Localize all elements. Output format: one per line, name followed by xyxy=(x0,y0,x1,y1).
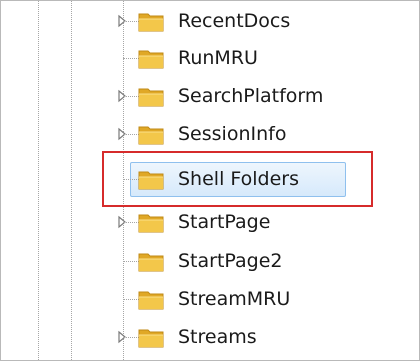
tree-item-label: RunMRU xyxy=(178,47,258,69)
folder-icon xyxy=(137,250,167,274)
tree-item-label: StreamMRU xyxy=(178,288,291,310)
folder-icon xyxy=(137,326,167,350)
registry-tree-panel: RecentDocs RunMRU SearchPlatform Session… xyxy=(0,0,420,361)
folder-icon xyxy=(137,10,167,34)
tree-item-recentdocs[interactable]: RecentDocs xyxy=(1,2,401,40)
tree-item-label: StartPage xyxy=(178,211,271,233)
folder-icon xyxy=(137,123,167,147)
tree-item-streammru[interactable]: StreamMRU xyxy=(1,280,401,318)
tree-item-label: RecentDocs xyxy=(178,10,291,32)
tree-item-startpage[interactable]: StartPage xyxy=(1,203,401,241)
tree-item-label: SessionInfo xyxy=(178,123,287,145)
folder-icon xyxy=(137,288,167,312)
tree-item-label: Streams xyxy=(178,326,257,348)
folder-icon xyxy=(137,85,167,109)
folder-icon xyxy=(137,47,167,71)
tree-item-streams[interactable]: Streams xyxy=(1,318,401,356)
tree-item-startpage2[interactable]: StartPage2 xyxy=(1,242,401,280)
tree-item-searchplatform[interactable]: SearchPlatform xyxy=(1,77,401,115)
folder-icon xyxy=(137,211,167,235)
tree-item-label: SearchPlatform xyxy=(178,85,324,107)
tree-item-runmru[interactable]: RunMRU xyxy=(1,39,401,77)
tree-item-label: StartPage2 xyxy=(178,250,283,272)
red-highlight-box xyxy=(102,151,373,207)
tree-item-sessioninfo[interactable]: SessionInfo xyxy=(1,115,401,153)
